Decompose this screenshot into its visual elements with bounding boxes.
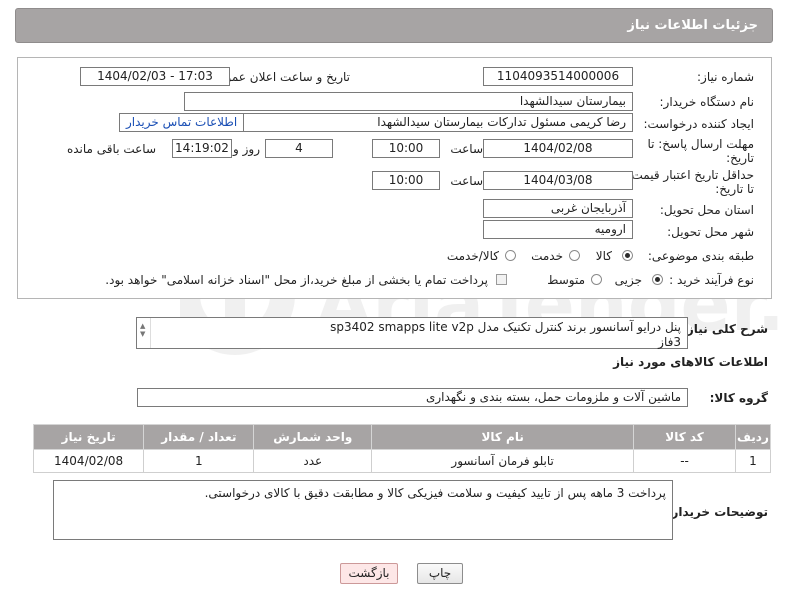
deadline-time-field: 10:00 [372, 139, 440, 158]
scroll-down-icon[interactable]: ▼ [140, 327, 145, 342]
need-number-label: شماره نیاز: [697, 70, 754, 84]
buyer-org-field: بیمارستان سیدالشهدا [184, 92, 633, 111]
table-row: 1 -- تابلو فرمان آسانسور عدد 1 1404/02/0… [32, 449, 772, 473]
page-header: جزئیات اطلاعات نیاز [15, 8, 773, 43]
description-label: شرح کلی نیاز: [682, 322, 768, 336]
treasury-payment-checkbox[interactable] [496, 274, 507, 285]
process-minor-label: جزیی [614, 273, 642, 287]
col-code-header: کد کالا [633, 424, 736, 450]
buyer-contact-link[interactable]: اطلاعات تماس خریدار [119, 113, 245, 132]
goods-table-header: ردیف کد کالا نام کالا واحد شمارش تعداد /… [32, 424, 772, 450]
category-goods-label: کالا [595, 249, 612, 263]
requester-label: ایجاد کننده درخواست: [643, 117, 754, 131]
city-field: ارومیه [483, 220, 633, 239]
province-label: استان محل تحویل: [659, 203, 754, 217]
buyer-notes-label: توضیحات خریدار: [666, 505, 768, 519]
category-service-radio[interactable] [569, 250, 580, 261]
remaining-time-field: 14:19:02 [172, 139, 232, 158]
buyer-notes-text: پرداخت 3 ماهه پس از تایید کیفیت و سلامت … [204, 486, 666, 500]
process-label: نوع فرآیند خرید : [669, 273, 754, 287]
validity-time-label: ساعت [450, 174, 483, 188]
validity-label-line2: تا تاریخ: [715, 182, 754, 196]
goods-table: ردیف کد کالا نام کالا واحد شمارش تعداد /… [32, 424, 772, 473]
category-goods-radio[interactable] [622, 250, 633, 261]
deadline-time-label: ساعت [450, 142, 483, 156]
goods-group-label: گروه کالا: [709, 391, 768, 405]
city-label: شهر محل تحویل: [667, 225, 754, 239]
page-title: جزئیات اطلاعات نیاز [627, 18, 758, 33]
col-date-header: تاریخ نیاز [32, 424, 145, 450]
days-remaining-field: 4 [265, 139, 333, 158]
process-minor-radio[interactable] [652, 274, 663, 285]
category-goods-service-radio[interactable] [505, 250, 516, 261]
process-medium-radio[interactable] [591, 274, 602, 285]
deadline-label-line1: مهلت ارسال پاسخ: تا [647, 137, 754, 151]
description-scrollbar[interactable]: ▲ ▼ [137, 318, 151, 348]
col-name-header: نام کالا [371, 424, 635, 450]
deadline-label-line2: تاریخ: [726, 151, 754, 165]
cell-date: 1404/02/08 [32, 449, 145, 473]
description-line-1: پنل درایو آسانسور برند کنترل تکنیک مدل s… [330, 320, 681, 334]
requester-field: رضا کریمی مسئول تدارکات بیمارستان سیدالش… [234, 113, 633, 132]
remaining-time-label: ساعت باقی مانده [66, 142, 156, 156]
category-service-label: خدمت [531, 249, 563, 263]
announce-datetime-field: 1404/02/03 - 17:03 [80, 67, 230, 86]
description-textarea[interactable]: پنل درایو آسانسور برند کنترل تکنیک مدل s… [136, 317, 688, 349]
cell-unit: عدد [253, 449, 373, 473]
col-qty-header: تعداد / مقدار [143, 424, 255, 450]
validity-time-field: 10:00 [372, 171, 440, 190]
days-label: روز و [233, 142, 260, 156]
validity-date-field: 1404/03/08 [483, 171, 633, 190]
validity-label-line1: حداقل تاریخ اعتبار قیمت: [627, 168, 754, 182]
col-unit-header: واحد شمارش [253, 424, 373, 450]
buyer-notes-textarea[interactable]: پرداخت 3 ماهه پس از تایید کیفیت و سلامت … [53, 480, 673, 540]
cell-code: -- [633, 449, 736, 473]
col-row-header: ردیف [734, 424, 772, 450]
category-goods-service-label: کالا/خدمت [446, 249, 499, 263]
buyer-org-label: نام دستگاه خریدار: [659, 95, 755, 109]
cell-qty: 1 [143, 449, 255, 473]
description-line-2: 3فاز [658, 335, 681, 349]
print-button[interactable]: چاپ [417, 563, 463, 584]
treasury-payment-note: پرداخت تمام یا بخشی از مبلغ خرید،از محل … [105, 273, 488, 287]
category-label: طبقه بندی موضوعی: [647, 249, 754, 263]
goods-group-field: ماشین آلات و ملزومات حمل، بسته بندی و نگ… [137, 388, 688, 407]
goods-section-title: اطلاعات کالاهای مورد نیاز [613, 355, 768, 369]
need-number-field: 1104093514000006 [483, 67, 633, 86]
cell-name: تابلو فرمان آسانسور [371, 449, 635, 473]
deadline-date-field: 1404/02/08 [483, 139, 633, 158]
province-field: آذربایجان غربی [483, 199, 633, 218]
process-medium-label: متوسط [547, 273, 585, 287]
back-button[interactable]: بازگشت [340, 563, 398, 584]
cell-row: 1 [734, 449, 772, 473]
